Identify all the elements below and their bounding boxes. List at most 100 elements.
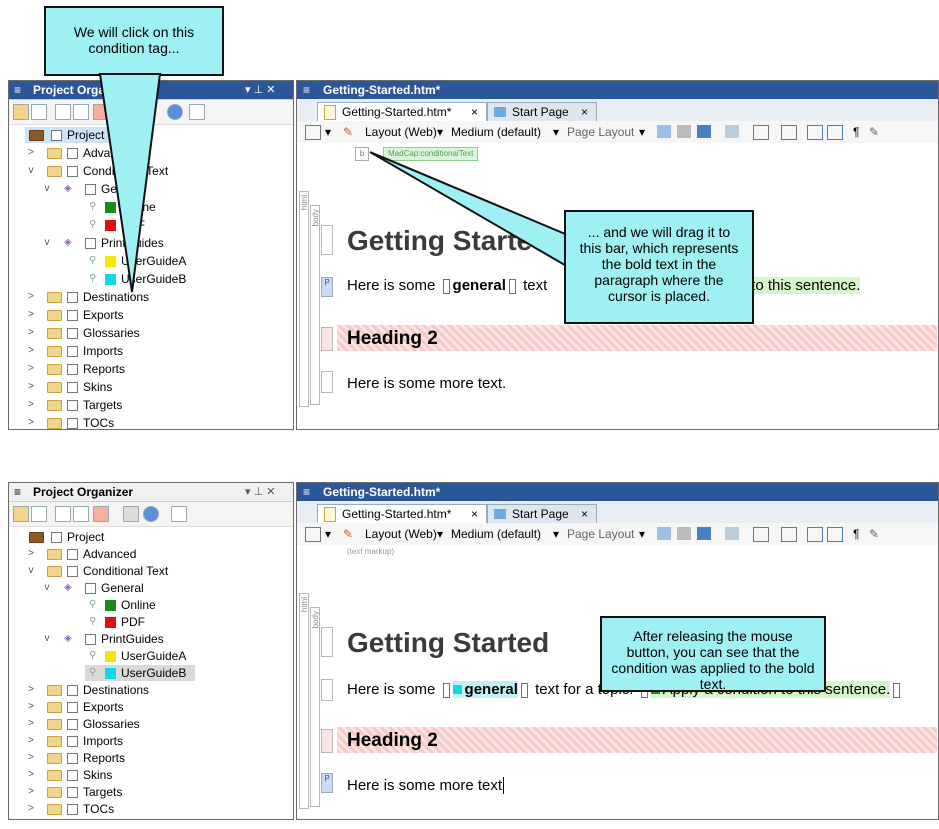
tree-row-online[interactable]: ⚲ Online: [9, 597, 293, 613]
new-item-icon[interactable]: [31, 506, 47, 522]
bottom-po-toolbar: [9, 502, 293, 527]
structure-bar-body: [310, 607, 320, 807]
dropdown-arrow-icon[interactable]: ▾: [553, 527, 559, 541]
tree-row-targets[interactable]: > Targets: [9, 784, 293, 800]
paragraph-2[interactable]: Here is some more text: [347, 777, 505, 794]
menu-icon[interactable]: ≡: [14, 485, 21, 499]
folder-icon: [47, 753, 62, 764]
userguidea-color-swatch[interactable]: [105, 651, 116, 662]
checkbox[interactable]: [67, 753, 78, 764]
chevron-right-icon[interactable]: >: [26, 784, 36, 800]
tree-row-reports[interactable]: > Reports: [9, 750, 293, 766]
bottom-tree: Project > Advanced v Conditional Text v …: [9, 529, 293, 819]
tree-row-userguidea[interactable]: ⚲ UserGuideA: [9, 648, 293, 664]
checkbox[interactable]: [67, 566, 78, 577]
tree-row-conditional-text[interactable]: v Conditional Text: [9, 563, 293, 579]
folder-icon: [47, 736, 62, 747]
menu-icon[interactable]: ≡: [303, 485, 310, 499]
font-icon[interactable]: [781, 527, 797, 542]
tree-row-glossaries[interactable]: > Glossaries: [9, 716, 293, 732]
chevron-right-icon[interactable]: >: [26, 750, 36, 766]
checkbox[interactable]: [67, 719, 78, 730]
tree-label: TOCs: [83, 802, 115, 816]
checkbox[interactable]: [67, 736, 78, 747]
structure-label-body: body: [311, 611, 320, 629]
pin-controls[interactable]: ▾ ⊥ ✕: [245, 485, 275, 498]
checkbox[interactable]: [67, 770, 78, 781]
bold-tag-icon[interactable]: [807, 527, 823, 542]
tree-row-exports[interactable]: > Exports: [9, 699, 293, 715]
paragraph-2-text: Here is some more text: [347, 777, 503, 794]
chevron-down-icon[interactable]: v: [26, 563, 36, 579]
chevron-right-icon[interactable]: >: [26, 716, 36, 732]
tree-row-pdf[interactable]: ⚲ PDF: [9, 614, 293, 630]
chevron-right-icon[interactable]: >: [26, 767, 36, 783]
checkbox[interactable]: [67, 702, 78, 713]
checkbox[interactable]: [85, 634, 96, 645]
checkbox[interactable]: [85, 583, 96, 594]
page-icon: [494, 509, 506, 519]
print-icon[interactable]: [677, 527, 691, 540]
checkbox[interactable]: [51, 532, 62, 543]
paste-icon[interactable]: [73, 506, 89, 522]
pdf-color-swatch[interactable]: [105, 617, 116, 628]
tree-row-general[interactable]: v ◈ General: [9, 580, 293, 596]
callout-drag-bar: ... and we will drag it to this bar, whi…: [564, 210, 754, 324]
brush-icon[interactable]: ✎: [869, 527, 879, 541]
dropdown-arrow-icon[interactable]: ▾: [639, 527, 645, 541]
userguideb-color-swatch[interactable]: [105, 668, 116, 679]
preview-icon[interactable]: [657, 527, 671, 540]
folder-open-icon[interactable]: [13, 506, 29, 522]
paragraph-icon[interactable]: ¶: [853, 527, 859, 541]
checkbox[interactable]: [67, 787, 78, 798]
layout-dropdown[interactable]: Layout (Web): [365, 527, 437, 541]
tree-row-skins[interactable]: > Skins: [9, 767, 293, 783]
italic-tag-icon[interactable]: [827, 527, 843, 542]
tree-label: Destinations: [83, 683, 150, 697]
heading-1[interactable]: Getting Started: [347, 627, 549, 659]
chevron-right-icon[interactable]: >: [26, 699, 36, 715]
dropdown-arrow-icon[interactable]: ▾: [325, 527, 331, 541]
build-icon[interactable]: [171, 506, 187, 522]
tree-row-destinations[interactable]: > Destinations: [9, 682, 293, 698]
view-icon[interactable]: [305, 527, 321, 542]
checkbox[interactable]: [67, 685, 78, 696]
tab-close-icon[interactable]: ×: [581, 505, 588, 523]
grid-icon[interactable]: [93, 506, 109, 522]
image-icon[interactable]: [697, 527, 711, 540]
tree-row-imports[interactable]: > Imports: [9, 733, 293, 749]
dropdown-arrow-icon[interactable]: ▾: [437, 527, 443, 541]
link-icon[interactable]: [725, 527, 739, 540]
checkbox[interactable]: [67, 804, 78, 815]
checkbox[interactable]: [67, 549, 78, 560]
copy-icon[interactable]: [55, 506, 71, 522]
chevron-right-icon[interactable]: >: [26, 546, 36, 562]
editor-title: Getting-Started.htm*: [323, 485, 441, 499]
callout-drag-pointer: [369, 151, 571, 270]
chevron-down-icon[interactable]: v: [42, 580, 52, 596]
tree-row-tocs[interactable]: > TOCs: [9, 801, 293, 817]
medium-dropdown[interactable]: Medium (default): [451, 527, 541, 541]
text-box-icon[interactable]: [753, 527, 769, 542]
chevron-right-icon[interactable]: >: [26, 682, 36, 698]
tree-row-advanced[interactable]: > Advanced: [9, 546, 293, 562]
layout-icon: ✎: [343, 527, 354, 541]
tab-close-icon[interactable]: ×: [471, 505, 478, 523]
heading-2[interactable]: Heading 2: [347, 730, 438, 752]
chevron-down-icon[interactable]: v: [42, 631, 52, 647]
refresh-icon[interactable]: [143, 506, 159, 522]
callout-release: After releasing the mouse button, you ca…: [600, 616, 826, 692]
tab-getting-started[interactable]: Getting-Started.htm* ×: [317, 504, 487, 523]
tree-label: UserGuideA: [121, 649, 187, 663]
tree-row-project[interactable]: Project: [9, 529, 293, 545]
tree-row-userguideb[interactable]: ⚲ UserGuideB: [9, 665, 293, 681]
chevron-right-icon[interactable]: >: [26, 733, 36, 749]
tree-label: Reports: [83, 751, 126, 765]
tree-row-printguides[interactable]: v ◈ PrintGuides: [9, 631, 293, 647]
tagset-icon: ◈: [64, 582, 72, 593]
page-layout-dropdown[interactable]: Page Layout: [567, 527, 634, 541]
online-color-swatch[interactable]: [105, 600, 116, 611]
chevron-right-icon[interactable]: >: [26, 801, 36, 817]
settings-icon[interactable]: [123, 506, 139, 522]
tab-start-page[interactable]: Start Page ×: [487, 504, 597, 523]
